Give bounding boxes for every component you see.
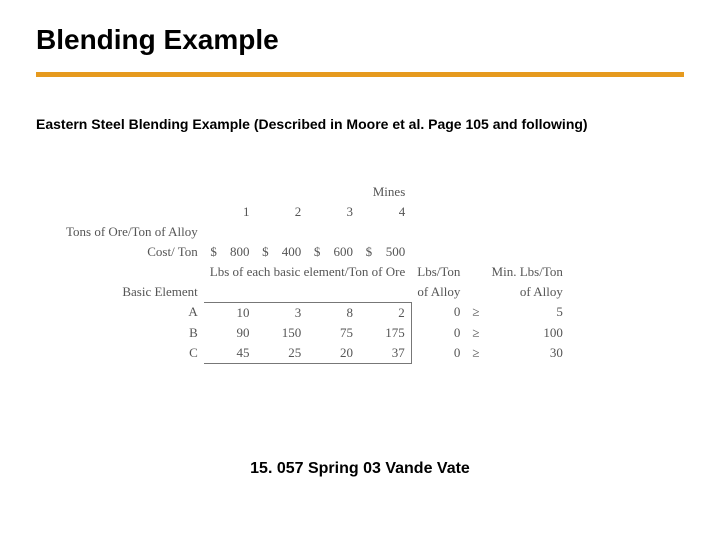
slide-subtitle: Eastern Steel Blending Example (Describe… — [36, 116, 588, 132]
element-c-lbs: 0 — [411, 343, 466, 364]
element-b-v3: 75 — [326, 323, 359, 343]
element-c-rel: ≥ — [466, 343, 485, 364]
element-c-v1: 45 — [223, 343, 256, 364]
currency-3: $ — [307, 242, 326, 262]
element-a-lbs: 0 — [411, 302, 466, 323]
lbs-per-ton-caption: Lbs of each basic element/Ton of Ore — [204, 262, 411, 282]
mine-col-4: 4 — [378, 202, 411, 222]
currency-2: $ — [256, 242, 275, 262]
element-b-rel: ≥ — [466, 323, 485, 343]
mines-header: Mines — [223, 182, 411, 202]
element-c-v4: 37 — [378, 343, 411, 364]
cost-2: 400 — [275, 242, 308, 262]
element-a-rel: ≥ — [466, 302, 485, 323]
element-b-v1: 90 — [223, 323, 256, 343]
element-c-v2: 25 — [275, 343, 308, 364]
element-a-min: 5 — [486, 302, 569, 323]
slide-footer: 15. 057 Spring 03 Vande Vate — [0, 460, 720, 478]
min-col-header-2: of Alloy — [486, 282, 569, 302]
element-b-label: B — [60, 323, 204, 343]
element-b-min: 100 — [486, 323, 569, 343]
cost-3: 600 — [326, 242, 359, 262]
currency-1: $ — [204, 242, 223, 262]
element-b-v2: 150 — [275, 323, 308, 343]
cost-1: 800 — [223, 242, 256, 262]
tons-per-alloy-label: Tons of Ore/Ton of Alloy — [60, 222, 204, 242]
element-c-v3: 20 — [326, 343, 359, 364]
element-a-v4: 2 — [378, 302, 411, 323]
element-a-label: A — [60, 302, 204, 323]
mine-col-2: 2 — [275, 202, 308, 222]
cost-4: 500 — [378, 242, 411, 262]
min-col-header-1: Min. Lbs/Ton — [486, 262, 569, 282]
element-a-v1: 10 — [223, 302, 256, 323]
element-c-label: C — [60, 343, 204, 364]
slide-title: Blending Example — [36, 24, 279, 56]
element-a-v2: 3 — [275, 302, 308, 323]
lbs-col-header-2: of Alloy — [411, 282, 466, 302]
element-b-lbs: 0 — [411, 323, 466, 343]
cost-label: Cost/ Ton — [60, 242, 204, 262]
basic-element-label: Basic Element — [60, 282, 204, 302]
title-underline — [36, 72, 684, 77]
element-c-min: 30 — [486, 343, 569, 364]
mine-col-1: 1 — [223, 202, 256, 222]
element-a-v3: 8 — [326, 302, 359, 323]
currency-4: $ — [359, 242, 378, 262]
mine-col-3: 3 — [326, 202, 359, 222]
element-b-v4: 175 — [378, 323, 411, 343]
blending-table: Mines 1 2 3 4 Tons of Ore/Ton of Alloy — [60, 182, 569, 364]
lbs-col-header-1: Lbs/Ton — [411, 262, 466, 282]
